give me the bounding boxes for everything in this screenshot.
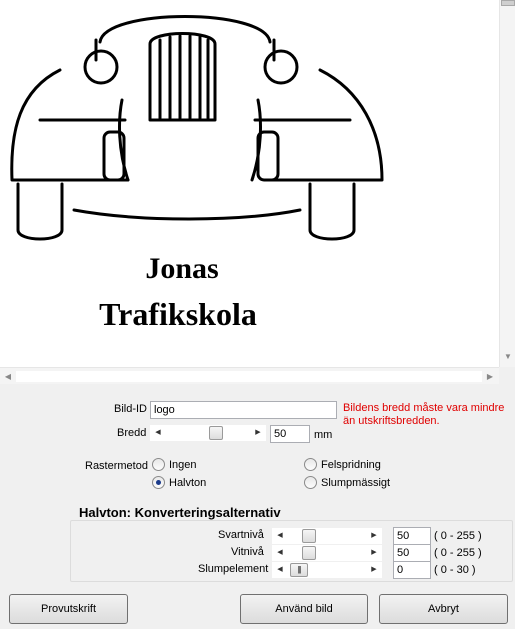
bredd-slider-thumb[interactable] xyxy=(209,426,223,440)
scroll-corner xyxy=(499,367,515,384)
logo-text-line1: Jonas xyxy=(145,252,218,285)
svartniva-input[interactable]: 50 xyxy=(393,527,431,545)
radio-button-icon[interactable] xyxy=(152,458,165,471)
horizontal-scrollbar[interactable]: ◀ ▶ xyxy=(0,367,499,384)
slumpelement-input[interactable]: 0 xyxy=(393,561,431,579)
scroll-left-arrow-icon[interactable]: ◀ xyxy=(0,368,16,385)
scroll-down-arrow-icon[interactable]: ▼ xyxy=(500,349,515,365)
radio-felspridning[interactable]: Felspridning xyxy=(304,458,381,471)
slider-right-arrow-icon[interactable]: ▶ xyxy=(366,545,382,561)
bild-id-input[interactable]: logo xyxy=(150,401,337,419)
radio-button-icon[interactable] xyxy=(304,458,317,471)
width-error-message: Bildens bredd måste vara mindre än utskr… xyxy=(343,402,505,427)
radio-button-icon[interactable] xyxy=(304,476,317,489)
scroll-right-arrow-icon[interactable]: ▶ xyxy=(482,368,498,385)
radio-slumpmassigt-label: Slumpmässigt xyxy=(321,476,391,489)
slider-right-arrow-icon[interactable]: ▶ xyxy=(250,425,266,441)
anvand-bild-button[interactable]: Använd bild xyxy=(240,594,368,624)
vitniva-slider[interactable]: ◀ ▶ xyxy=(272,545,382,561)
slider-left-arrow-icon[interactable]: ◀ xyxy=(272,528,288,544)
horizontal-scroll-track[interactable] xyxy=(16,371,482,382)
slider-left-arrow-icon[interactable]: ◀ xyxy=(272,545,288,561)
rastermetod-label: Rastermetod xyxy=(85,460,148,472)
radio-felspridning-label: Felspridning xyxy=(321,458,381,471)
vertical-scroll-thumb[interactable] xyxy=(501,0,515,6)
bredd-slider[interactable]: ◀ ▶ xyxy=(150,425,266,441)
svartniva-slider[interactable]: ◀ ▶ xyxy=(272,528,382,544)
slider-left-arrow-icon[interactable]: ◀ xyxy=(150,425,166,441)
image-preview-pane: Jonas Trafikskola ▼ ◀ ▶ xyxy=(0,0,515,384)
vitniva-label: Vitnivå xyxy=(231,546,264,558)
slider-right-arrow-icon[interactable]: ▶ xyxy=(366,562,382,578)
slumpelement-slider-thumb[interactable]: ||| xyxy=(290,563,308,577)
svartniva-range: ( 0 - 255 ) xyxy=(434,530,482,542)
bredd-label: Bredd xyxy=(117,427,147,439)
bredd-unit: mm xyxy=(314,429,333,441)
bild-id-label: Bild-ID xyxy=(114,403,148,415)
logo-image: Jonas Trafikskola xyxy=(0,0,400,368)
svartniva-label: Svartnivå xyxy=(218,529,264,541)
radio-ingen-label: Ingen xyxy=(169,458,197,471)
car-logo-drawing: Jonas Trafikskola xyxy=(10,15,384,332)
halftone-group-title: Halvton: Konverteringsalternativ xyxy=(79,505,281,520)
vertical-scrollbar[interactable]: ▼ xyxy=(499,0,515,367)
radio-button-checked-icon[interactable] xyxy=(152,476,165,489)
vitniva-input[interactable]: 50 xyxy=(393,544,431,562)
slumpelement-range: ( 0 - 30 ) xyxy=(434,564,476,576)
slider-right-arrow-icon[interactable]: ▶ xyxy=(366,528,382,544)
vitniva-range: ( 0 - 255 ) xyxy=(434,547,482,559)
slider-left-arrow-icon[interactable]: ◀ xyxy=(272,562,288,578)
bredd-input[interactable]: 50 xyxy=(270,425,310,443)
slumpelement-label: Slumpelement xyxy=(198,563,269,575)
vitniva-slider-thumb[interactable] xyxy=(302,546,316,560)
slumpelement-slider[interactable]: ◀ ||| ▶ xyxy=(272,562,382,578)
provutskrift-button[interactable]: Provutskrift xyxy=(9,594,128,624)
radio-ingen[interactable]: Ingen xyxy=(152,458,197,471)
radio-halvton-label: Halvton xyxy=(169,476,207,489)
radio-slumpmassigt[interactable]: Slumpmässigt xyxy=(304,476,390,489)
logo-text-line2: Trafikskola xyxy=(99,296,257,332)
svartniva-slider-thumb[interactable] xyxy=(302,529,316,543)
radio-halvton[interactable]: Halvton xyxy=(152,476,206,489)
avbryt-button[interactable]: Avbryt xyxy=(379,594,508,624)
